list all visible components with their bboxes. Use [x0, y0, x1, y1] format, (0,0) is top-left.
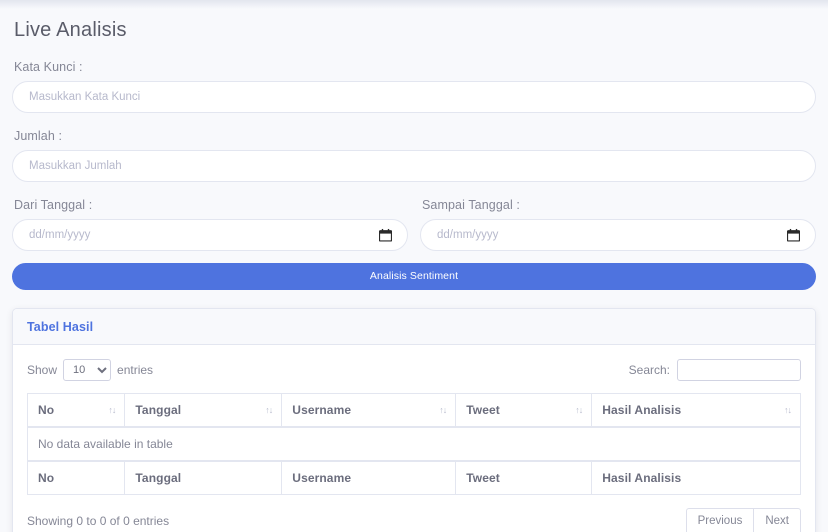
jumlah-input[interactable] — [12, 150, 816, 182]
result-card-header: Tabel Hasil — [13, 309, 815, 345]
result-card-body: Show 102550100 entries Search: No↑↓Tangg… — [13, 345, 815, 532]
sampai-tanggal-input[interactable] — [420, 219, 816, 251]
search-label: Search: — [629, 363, 670, 377]
sort-arrows-icon: ↑↓ — [265, 405, 272, 415]
column-header-label: Tanggal — [135, 403, 181, 417]
column-footer-tweet: Tweet — [456, 461, 592, 495]
results-table: No↑↓Tanggal↑↓Username↑↓Tweet↑↓Hasil Anal… — [27, 393, 801, 495]
date-range-row: Dari Tanggal : Sampai Tanggal : — [12, 198, 816, 251]
table-empty-row: No data available in table — [28, 427, 801, 461]
sort-arrows-icon: ↑↓ — [439, 405, 446, 415]
dari-tanggal-wrapper — [12, 219, 408, 251]
sort-arrows-icon: ↑↓ — [575, 405, 582, 415]
sampai-tanggal-wrapper — [420, 219, 816, 251]
dari-tanggal-input[interactable] — [12, 219, 408, 251]
field-group-jumlah: Jumlah : — [12, 129, 816, 182]
column-header-username[interactable]: Username ↑↓ — [282, 394, 456, 428]
column-header-tweet[interactable]: Tweet ↑↓ — [456, 394, 592, 428]
show-label: Show — [27, 363, 57, 377]
table-footer-row: NoTanggalUsernameTweetHasil Analisis — [28, 461, 801, 495]
column-header-hasil-analisis[interactable]: Hasil Analisis ↑↓ — [592, 394, 801, 428]
column-footer-hasil-analisis: Hasil Analisis — [592, 461, 801, 495]
column-header-label: Username — [292, 403, 351, 417]
sort-arrows-icon: ↑↓ — [784, 405, 791, 415]
kata-kunci-input[interactable] — [12, 81, 816, 113]
sampai-tanggal-label: Sampai Tanggal : — [422, 198, 816, 212]
entries-length-control: Show 102550100 entries — [27, 359, 153, 381]
column-header-tanggal[interactable]: Tanggal ↑↓ — [125, 394, 282, 428]
sort-arrows-icon: ↑↓ — [108, 405, 115, 415]
empty-message: No data available in table — [28, 427, 801, 461]
search-control: Search: — [629, 359, 801, 381]
search-input[interactable] — [677, 359, 801, 381]
jumlah-label: Jumlah : — [14, 129, 816, 143]
page-title: Live Analisis — [14, 18, 816, 42]
field-group-kata-kunci: Kata Kunci : — [12, 60, 816, 113]
field-group-dari-tanggal: Dari Tanggal : — [12, 198, 408, 251]
entries-per-page-select[interactable]: 102550100 — [63, 359, 111, 381]
result-card: Tabel Hasil Show 102550100 entries Searc… — [12, 308, 816, 532]
column-header-label: Hasil Analisis — [602, 403, 681, 417]
column-header-label: No — [38, 403, 54, 417]
datatable-controls: Show 102550100 entries Search: — [27, 359, 801, 381]
table-body: No data available in table — [28, 427, 801, 461]
pagination-previous-button[interactable]: Previous — [686, 508, 754, 532]
card-header-title: Tabel Hasil — [27, 320, 93, 334]
entries-label: entries — [117, 363, 153, 377]
table-head: No↑↓Tanggal↑↓Username↑↓Tweet↑↓Hasil Anal… — [28, 394, 801, 428]
table-header-row: No↑↓Tanggal↑↓Username↑↓Tweet↑↓Hasil Anal… — [28, 394, 801, 428]
column-header-no[interactable]: No ↑↓ — [28, 394, 125, 428]
pagination-next-button[interactable]: Next — [753, 508, 801, 532]
analisis-sentiment-button[interactable]: Analisis Sentiment — [12, 263, 816, 290]
pagination: Previous Next — [686, 508, 801, 532]
page-container: Live Analisis Kata Kunci : Jumlah : Dari… — [0, 0, 828, 532]
column-footer-username: Username — [282, 461, 456, 495]
column-header-label: Tweet — [466, 403, 500, 417]
entries-info: Showing 0 to 0 of 0 entries — [27, 514, 169, 528]
column-footer-no: No — [28, 461, 125, 495]
column-footer-tanggal: Tanggal — [125, 461, 282, 495]
table-foot: NoTanggalUsernameTweetHasil Analisis — [28, 461, 801, 495]
datatable-footer: Showing 0 to 0 of 0 entries Previous Nex… — [27, 508, 801, 532]
dari-tanggal-label: Dari Tanggal : — [14, 198, 408, 212]
field-group-sampai-tanggal: Sampai Tanggal : — [420, 198, 816, 251]
kata-kunci-label: Kata Kunci : — [14, 60, 816, 74]
